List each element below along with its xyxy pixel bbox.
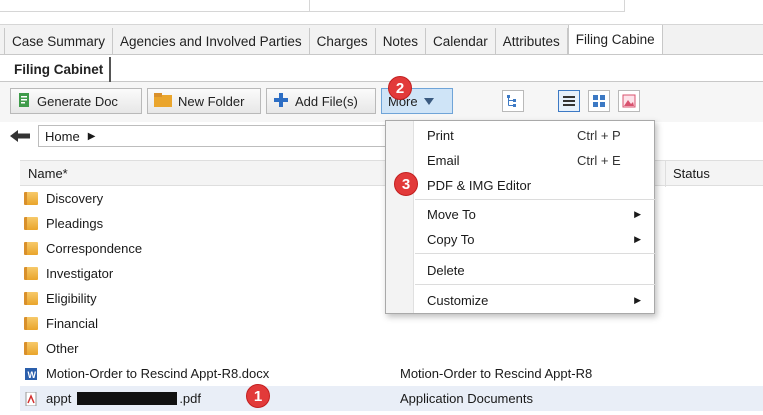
folder-name: Eligibility — [46, 291, 97, 306]
toolbar: Generate Doc New Folder Add File(s) More — [0, 82, 763, 122]
file-description: Motion-Order to Rescind Appt-R8 — [400, 366, 593, 381]
menu-separator — [415, 284, 655, 285]
more-context-menu: Print Ctrl + P Email Ctrl + E PDF & IMG … — [385, 120, 655, 314]
generate-doc-icon — [17, 92, 31, 111]
step-badge-1: 1 — [246, 384, 270, 408]
pdf-icon — [24, 391, 38, 409]
redaction-bar — [77, 392, 178, 405]
file-name-suffix: .pdf — [179, 391, 201, 406]
menu-item-label: Delete — [427, 262, 465, 278]
tab-filing-cabinet[interactable]: Filing Cabine — [567, 25, 663, 54]
grid-view-icon[interactable] — [588, 90, 610, 112]
column-separator — [665, 161, 666, 187]
tab-calendar[interactable]: Calendar — [426, 28, 496, 54]
folder-icon — [24, 317, 38, 330]
image-view-icon[interactable] — [618, 90, 640, 112]
word-doc-icon: W — [24, 367, 38, 384]
folder-name: Correspondence — [46, 241, 143, 256]
generate-doc-label: Generate Doc — [37, 93, 118, 109]
submenu-arrow-icon: ▶ — [634, 233, 641, 244]
generate-doc-button[interactable]: Generate Doc — [10, 88, 142, 114]
submenu-arrow-icon: ▶ — [634, 294, 641, 305]
file-name: appt .pdf — [46, 391, 201, 406]
menu-separator — [415, 199, 655, 200]
new-folder-label: New Folder — [178, 93, 245, 109]
plus-icon — [273, 92, 289, 111]
sub-tab-filing-cabinet[interactable]: Filing Cabinet — [8, 57, 112, 82]
top-strip-segment — [310, 0, 625, 12]
shortcut-label: Ctrl + E — [577, 152, 621, 168]
step-badge-3: 3 — [394, 172, 418, 196]
sub-tab-bar: Filing Cabinet — [0, 55, 763, 82]
submenu-arrow-icon: ▶ — [634, 208, 641, 219]
menu-item-label: Customize — [427, 292, 489, 308]
tab-agencies-involved-parties[interactable]: Agencies and Involved Parties — [113, 28, 310, 54]
file-name: Motion-Order to Rescind Appt-R8.docx — [46, 366, 270, 381]
menu-item-delete[interactable]: Delete — [415, 258, 655, 282]
folder-name: Discovery — [46, 191, 104, 206]
menu-gutter — [386, 121, 414, 313]
folder-icon — [24, 192, 38, 205]
folder-icon — [24, 292, 38, 305]
new-folder-button[interactable]: New Folder — [147, 88, 261, 114]
folder-icon — [154, 92, 172, 110]
chevron-down-icon — [423, 97, 434, 105]
folder-icon — [24, 342, 38, 355]
chevron-right-icon: ▶ — [87, 130, 96, 142]
column-header-status[interactable]: Status — [673, 166, 710, 181]
tab-attributes[interactable]: Attributes — [496, 28, 568, 54]
folder-name: Other — [46, 341, 79, 356]
folder-icon — [24, 267, 38, 280]
svg-text:W: W — [28, 370, 37, 380]
folder-name: Pleadings — [46, 216, 104, 231]
table-row[interactable]: W Motion-Order to Rescind Appt-R8.docx M… — [20, 361, 763, 386]
list-view-icon[interactable] — [558, 90, 580, 112]
breadcrumb-home[interactable]: Home — [45, 129, 80, 144]
folder-name: Financial — [46, 316, 99, 331]
folder-icon — [24, 217, 38, 230]
menu-item-pdf-img-editor[interactable]: PDF & IMG Editor — [415, 173, 655, 197]
file-description: Application Documents — [400, 391, 533, 406]
folder-icon — [24, 242, 38, 255]
menu-item-print[interactable]: Print Ctrl + P — [415, 123, 655, 147]
top-strip — [0, 0, 763, 25]
file-name-prefix: appt — [46, 391, 72, 406]
menu-item-label: Move To — [427, 206, 476, 222]
add-files-label: Add File(s) — [295, 93, 358, 109]
step-badge-2: 2 — [388, 76, 412, 100]
menu-item-email[interactable]: Email Ctrl + E — [415, 148, 655, 172]
menu-item-copy-to[interactable]: Copy To ▶ — [415, 227, 655, 251]
tree-view-icon[interactable] — [502, 90, 524, 112]
menu-item-label: PDF & IMG Editor — [427, 177, 532, 193]
menu-separator — [415, 253, 655, 254]
list-item[interactable]: Other — [20, 336, 763, 361]
menu-item-label: Print — [427, 127, 454, 143]
breadcrumb-path[interactable]: Home ▶ — [38, 125, 398, 147]
column-header-name[interactable]: Name* — [28, 166, 68, 181]
table-row[interactable]: appt .pdf Application Documents — [20, 386, 763, 411]
top-strip-segment — [0, 0, 310, 12]
shortcut-label: Ctrl + P — [577, 127, 621, 143]
menu-item-label: Copy To — [427, 231, 475, 247]
menu-item-customize[interactable]: Customize ▶ — [415, 288, 655, 312]
tab-case-summary[interactable]: Case Summary — [4, 28, 114, 54]
tab-charges[interactable]: Charges — [310, 28, 376, 54]
tab-notes[interactable]: Notes — [376, 28, 426, 54]
menu-item-label: Email — [427, 152, 460, 168]
folder-name: Investigator — [46, 266, 114, 281]
main-tab-bar: Case Summary Agencies and Involved Parti… — [0, 25, 763, 55]
list-item[interactable]: Financial — [20, 311, 763, 336]
menu-item-move-to[interactable]: Move To ▶ — [415, 202, 655, 226]
back-arrow-icon[interactable] — [10, 130, 30, 145]
add-files-button[interactable]: Add File(s) — [266, 88, 376, 114]
